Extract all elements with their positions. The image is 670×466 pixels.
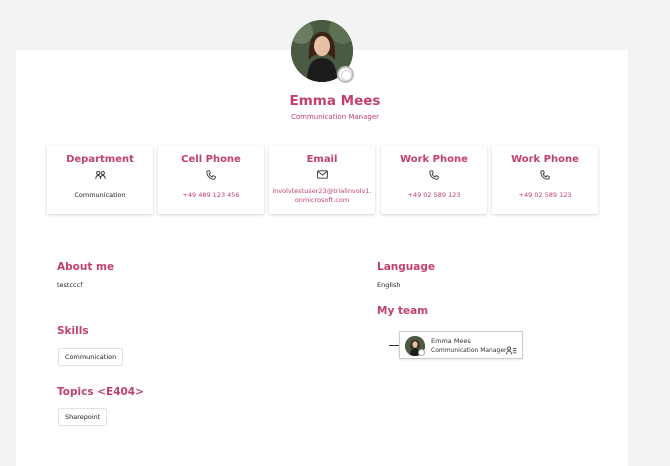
profile-name: Emma Mees — [289, 93, 381, 109]
tile-email[interactable]: Email involvtestuser23@trialinvolv1.onmi… — [269, 146, 375, 214]
tile-title: Department — [66, 154, 134, 165]
team-member-name: Emma Mees — [431, 337, 471, 345]
presence-status-icon — [337, 66, 354, 83]
topics-title: Topics <E404> — [57, 386, 144, 398]
topic-chip[interactable]: Sharepoint — [58, 408, 108, 426]
tile-cell-phone[interactable]: Cell Phone +49 489 123 456 — [158, 146, 264, 214]
phone-icon — [158, 170, 264, 180]
team-title: My team — [377, 305, 429, 317]
cell-phone-link[interactable]: +49 489 123 456 — [161, 191, 261, 200]
tile-work-phone[interactable]: Work Phone +49 02 589 123 — [381, 146, 487, 214]
language-text: English — [377, 281, 401, 289]
work-phone-link[interactable]: +49 02 589 123 — [495, 191, 595, 200]
about-title: About me — [57, 261, 115, 273]
team-member-role: Communication Manager — [431, 347, 507, 354]
tile-department: Department Communication — [47, 146, 153, 214]
phone-icon — [381, 170, 487, 180]
skill-chip[interactable]: Communication — [58, 348, 124, 366]
presence-status-icon — [418, 349, 425, 356]
tile-title: Work Phone — [511, 154, 579, 165]
mail-icon — [269, 170, 375, 179]
skills-title: Skills — [57, 325, 89, 337]
about-text: testcccf — [57, 281, 83, 289]
tile-value: Communication — [74, 191, 126, 199]
org-chart-icon[interactable] — [506, 340, 517, 359]
email-link[interactable]: involvtestuser23@trialinvolv1.onmicrosof… — [272, 187, 372, 205]
people-icon — [47, 170, 153, 180]
phone-icon — [492, 170, 598, 180]
tile-title: Email — [306, 154, 338, 165]
work-phone-link[interactable]: +49 02 589 123 — [384, 191, 484, 200]
tile-title: Cell Phone — [181, 154, 241, 165]
language-title: Language — [377, 261, 435, 273]
profile-role: Communication Manager — [290, 113, 380, 121]
tile-title: Work Phone — [400, 154, 468, 165]
team-member-card[interactable]: Emma Mees Communication Manager — [399, 331, 523, 359]
tile-work-phone-2[interactable]: Work Phone +49 02 589 123 — [492, 146, 598, 214]
org-connector-line — [389, 345, 399, 346]
profile-avatar — [291, 20, 354, 83]
